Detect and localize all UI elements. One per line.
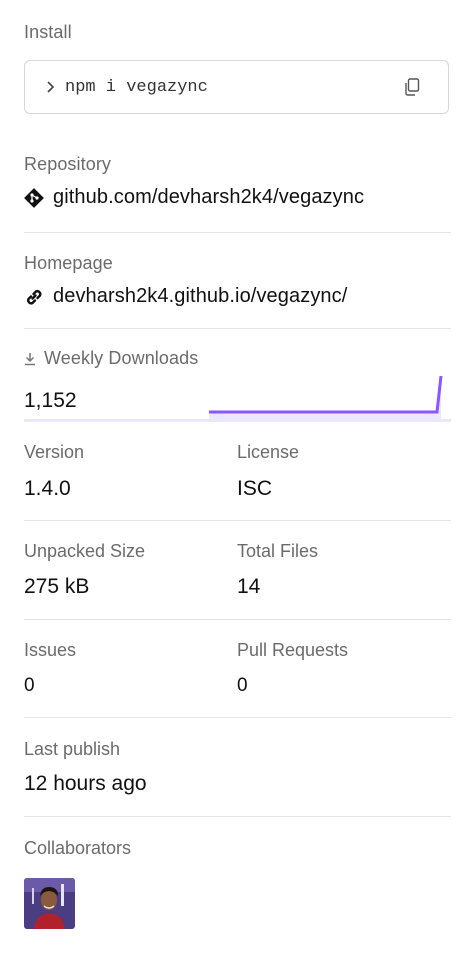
homepage-label: Homepage	[24, 253, 113, 273]
pull-requests-value[interactable]: 0	[237, 675, 248, 697]
divider	[24, 328, 451, 329]
total-files-label: Total Files	[237, 541, 319, 561]
license-value: ISC	[237, 477, 273, 500]
install-command-box[interactable]: npm i vegazync	[24, 60, 449, 114]
download-icon	[24, 352, 36, 366]
version-value: 1.4.0	[24, 477, 71, 500]
collaborator-avatar[interactable]	[24, 878, 75, 929]
version-label: Version	[24, 442, 85, 462]
divider	[24, 619, 451, 620]
unpacked-size-label: Unpacked Size	[24, 541, 146, 561]
install-label: Install	[24, 22, 72, 42]
total-files-value: 14	[237, 575, 261, 598]
divider	[24, 717, 451, 718]
homepage-link[interactable]: devharsh2k4.github.io/vegazync/	[24, 285, 347, 308]
copy-icon[interactable]	[404, 78, 420, 96]
homepage-url[interactable]: devharsh2k4.github.io/vegazync/	[53, 285, 347, 308]
last-publish-value: 12 hours ago	[24, 772, 147, 795]
weekly-downloads-label: Weekly Downloads	[44, 348, 199, 368]
divider	[24, 520, 451, 521]
issues-label[interactable]: Issues	[24, 640, 76, 661]
sparkline-area	[209, 376, 441, 422]
install-command[interactable]: npm i vegazync	[65, 78, 208, 97]
divider	[24, 232, 451, 233]
pull-requests-label[interactable]: Pull Requests	[237, 640, 348, 661]
link-icon	[24, 287, 44, 307]
collaborators-label: Collaborators	[24, 838, 132, 858]
repository-url[interactable]: github.com/devharsh2k4/vegazync	[53, 186, 364, 209]
weekly-downloads-count: 1,152	[24, 389, 77, 412]
repository-link[interactable]: github.com/devharsh2k4/vegazync	[24, 186, 364, 209]
last-publish-label: Last publish	[24, 739, 121, 759]
git-icon	[24, 187, 44, 208]
license-label: License	[237, 442, 300, 462]
issues-value[interactable]: 0	[24, 675, 35, 697]
sparkline-baseline	[24, 419, 451, 422]
repository-label: Repository	[24, 154, 112, 174]
sparkline-line	[209, 375, 443, 414]
downloads-sparkline	[24, 375, 451, 422]
unpacked-size-value: 275 kB	[24, 575, 90, 598]
chevron-right-icon	[45, 79, 57, 95]
divider	[24, 816, 451, 817]
weekly-downloads-label-row: Weekly Downloads	[24, 348, 198, 369]
